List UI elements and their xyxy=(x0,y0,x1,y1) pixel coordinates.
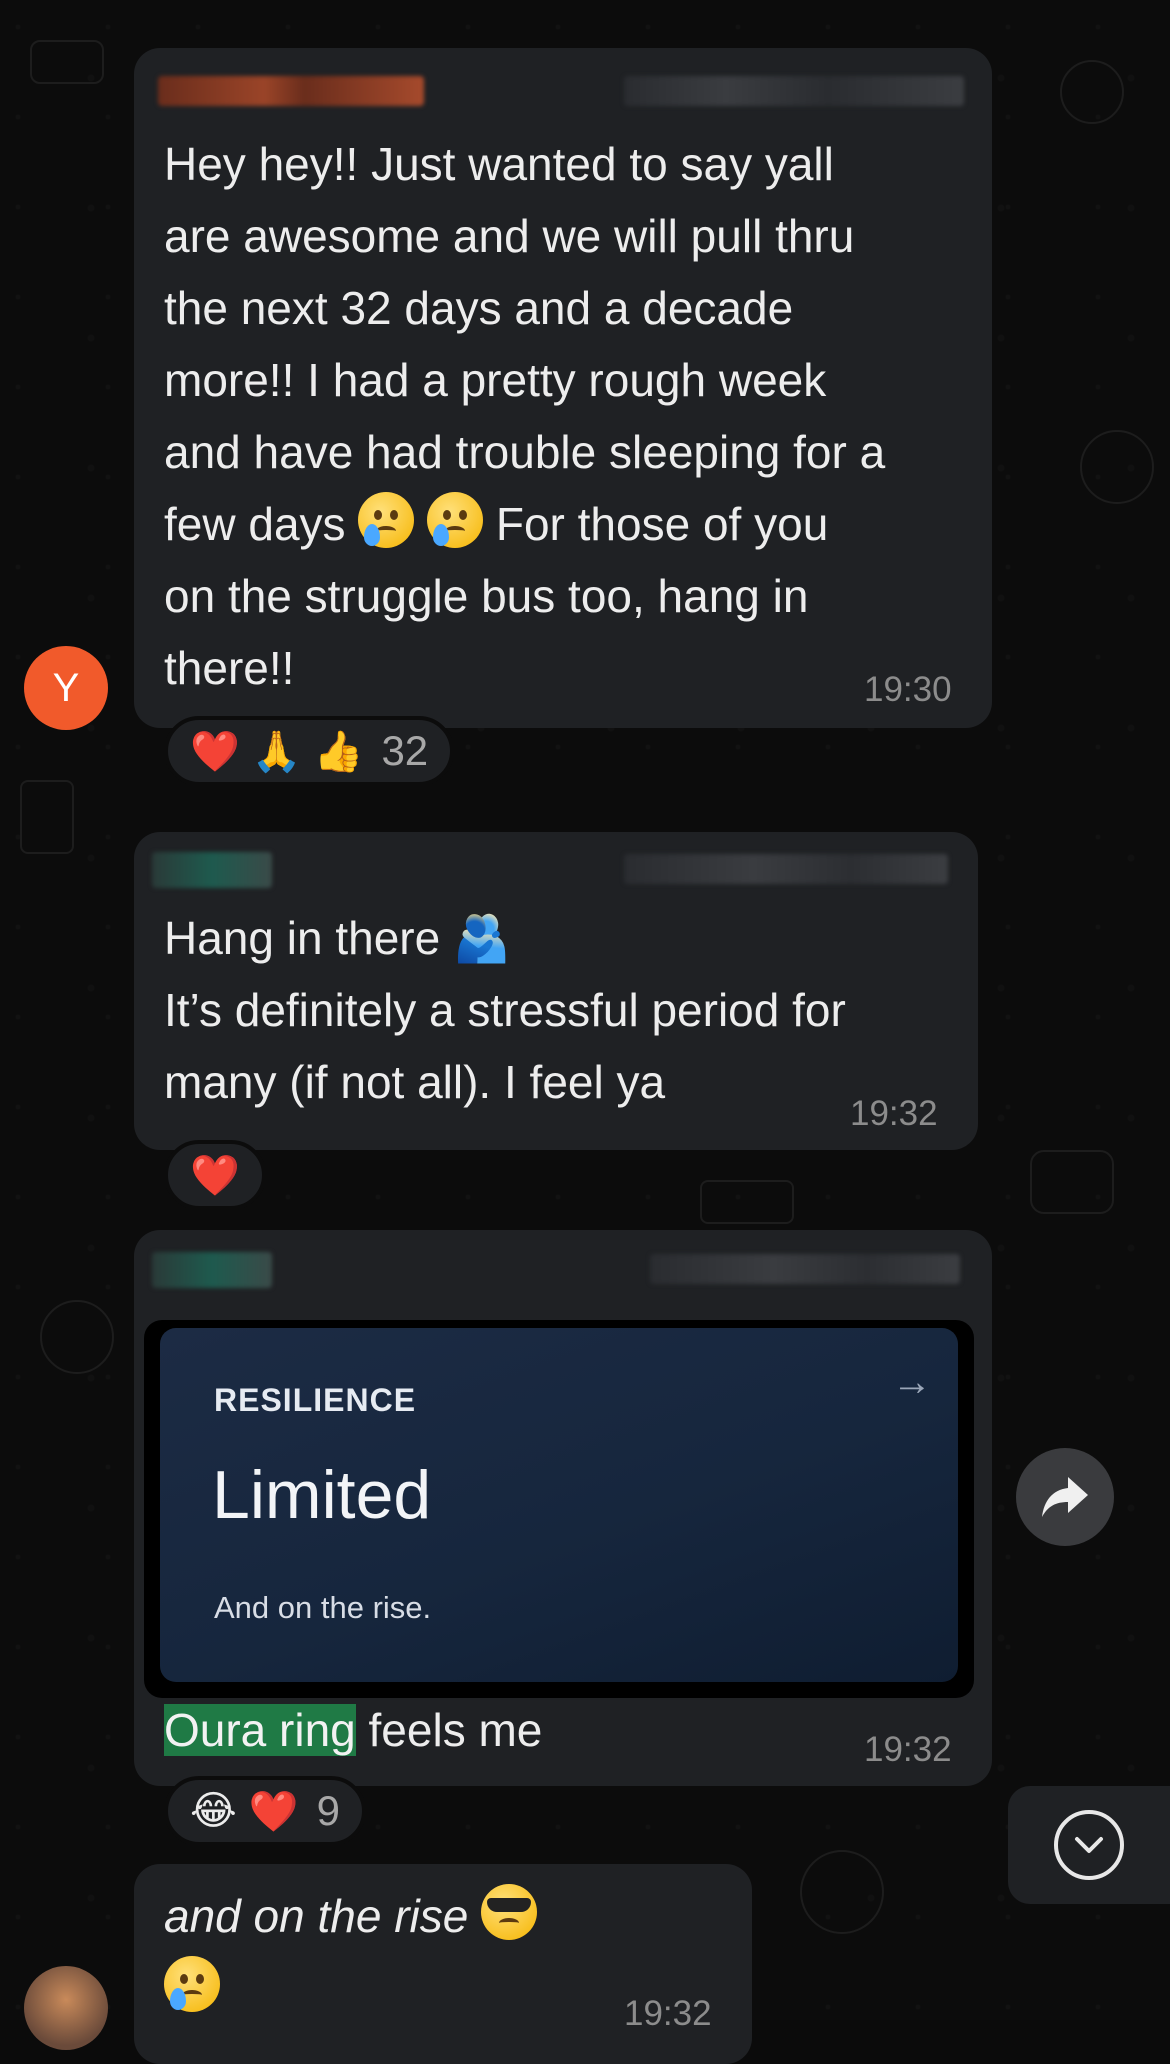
scroll-to-bottom-button[interactable] xyxy=(1008,1786,1170,1904)
message-text: Oura ring feels me xyxy=(164,1704,543,1756)
crying-face-icon xyxy=(358,492,415,548)
avatar-letter: Y xyxy=(52,665,80,710)
message-time: 19:32 xyxy=(624,1994,712,2033)
heart-icon: ❤️ xyxy=(190,729,240,774)
message-bubble[interactable]: Hang in there 🫂 It’s definitely a stress… xyxy=(134,832,978,1150)
message-time: 19:32 xyxy=(850,1094,938,1133)
doodle xyxy=(30,40,104,84)
reaction-bar[interactable]: 😂 ❤️ 9 xyxy=(164,1776,366,1846)
doodle xyxy=(700,1180,794,1224)
laughing-face-icon: 😂 xyxy=(190,1789,237,1833)
message-text: Hang in there 🫂 It’s definitely a stress… xyxy=(164,912,846,1108)
shared-image-card[interactable]: RESILIENCE Limited And on the rise. → xyxy=(144,1320,974,1698)
reaction-count: 9 xyxy=(316,1787,340,1834)
sender-phone-blurred xyxy=(624,854,948,884)
arrow-right-icon: → xyxy=(892,1360,932,1404)
sender-phone-blurred xyxy=(650,1254,960,1284)
message-text: Hey hey!! Just wanted to say yall are aw… xyxy=(164,138,886,694)
reaction-count: 32 xyxy=(381,727,429,774)
card-value: Limited xyxy=(212,1457,432,1533)
heart-icon: ❤️ xyxy=(190,1153,240,1198)
reaction-bar[interactable]: ❤️ 🙏 👍 32 xyxy=(164,716,455,786)
chevron-down-icon xyxy=(1054,1810,1124,1880)
card-label: RESILIENCE xyxy=(214,1382,417,1418)
doodle xyxy=(1080,430,1154,504)
doodle xyxy=(800,1850,884,1934)
avatar[interactable]: Y xyxy=(24,646,108,730)
message-bubble[interactable]: and on the rise 19:32 xyxy=(134,1864,752,2064)
sunglasses-face-icon xyxy=(481,1884,538,1940)
sender-name-blurred xyxy=(152,852,272,888)
forward-icon xyxy=(1042,1477,1088,1517)
card-subtitle: And on the rise. xyxy=(214,1590,432,1625)
reaction-bar[interactable]: ❤️ xyxy=(164,1140,266,1210)
message-bubble[interactable]: RESILIENCE Limited And on the rise. → Ou… xyxy=(134,1230,992,1786)
heart-icon: ❤️ xyxy=(248,1789,299,1834)
message-time: 19:30 xyxy=(864,670,952,709)
sender-name-blurred xyxy=(158,76,424,106)
thumbs-up-icon: 👍 xyxy=(313,729,364,774)
doodle xyxy=(1060,60,1124,124)
folded-hands-icon: 🙏 xyxy=(251,729,302,774)
resilience-card: RESILIENCE Limited And on the rise. → xyxy=(160,1328,958,1682)
highlighted-text: Oura ring xyxy=(164,1704,356,1756)
doodle xyxy=(40,1300,114,1374)
doodle xyxy=(1030,1150,1114,1214)
avatar[interactable] xyxy=(24,1966,108,2050)
sender-name-blurred xyxy=(152,1252,272,1288)
sender-phone-blurred xyxy=(624,76,964,106)
people-hugging-icon: 🫂 xyxy=(452,912,511,964)
crying-face-icon xyxy=(427,492,484,548)
crying-face-icon xyxy=(164,1956,220,2012)
doodle xyxy=(20,780,74,854)
message-bubble[interactable]: Hey hey!! Just wanted to say yall are aw… xyxy=(134,48,992,728)
message-time: 19:32 xyxy=(864,1730,952,1769)
forward-button[interactable] xyxy=(1016,1448,1114,1546)
